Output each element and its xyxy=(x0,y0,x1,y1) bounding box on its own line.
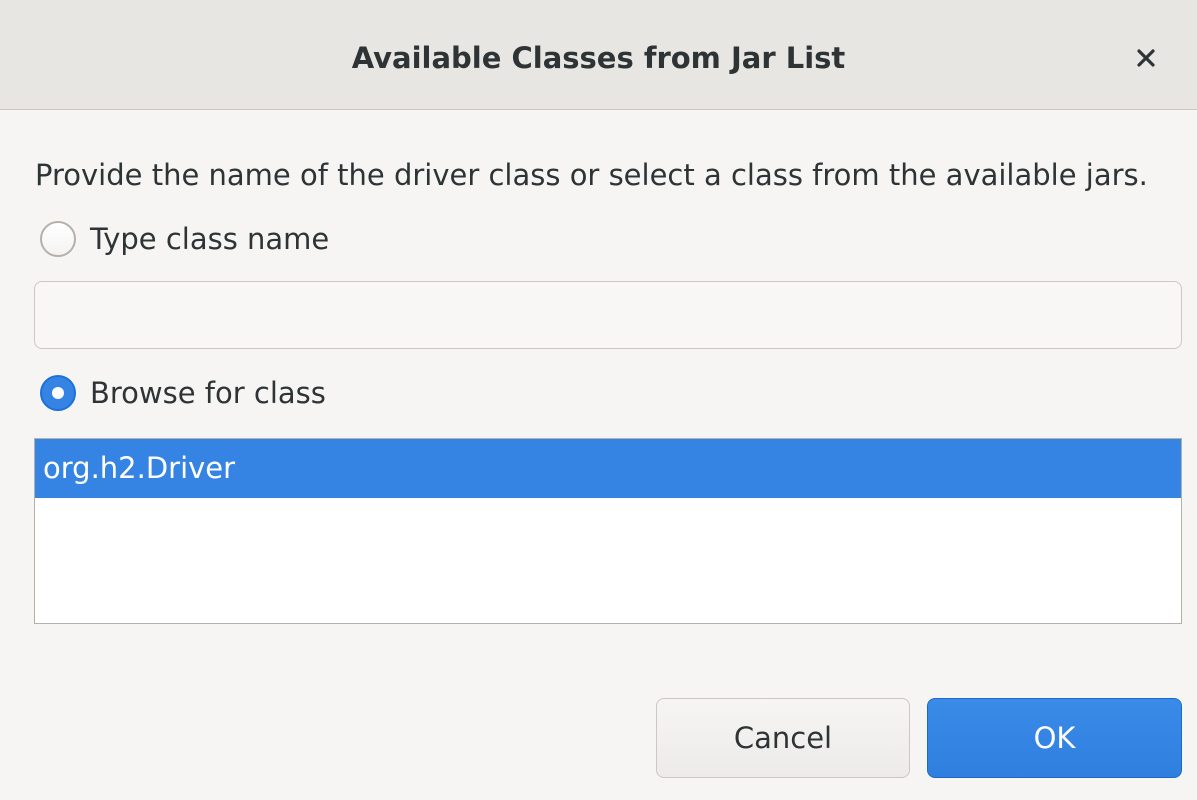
class-name-input[interactable] xyxy=(34,281,1182,349)
close-button[interactable] xyxy=(1126,40,1166,80)
type-class-name-radio[interactable] xyxy=(40,221,76,257)
class-list[interactable]: org.h2.Driver xyxy=(34,438,1182,624)
browse-for-class-radio[interactable] xyxy=(40,375,76,411)
instruction-text: Provide the name of the driver class or … xyxy=(35,158,1148,192)
browse-for-class-label: Browse for class xyxy=(90,376,326,410)
type-class-name-option[interactable]: Type class name xyxy=(40,219,329,259)
dialog-title: Available Classes from Jar List xyxy=(351,41,846,75)
dialog-titlebar: Available Classes from Jar List xyxy=(0,0,1197,110)
list-item[interactable]: org.h2.Driver xyxy=(35,439,1181,498)
available-classes-dialog: Available Classes from Jar List Provide … xyxy=(0,0,1197,800)
radio-selected-dot xyxy=(52,387,64,399)
type-class-name-label: Type class name xyxy=(90,222,330,256)
close-icon xyxy=(1137,49,1155,71)
cancel-button[interactable]: Cancel xyxy=(656,698,910,778)
browse-for-class-option[interactable]: Browse for class xyxy=(40,373,326,413)
ok-button[interactable]: OK xyxy=(927,698,1182,778)
